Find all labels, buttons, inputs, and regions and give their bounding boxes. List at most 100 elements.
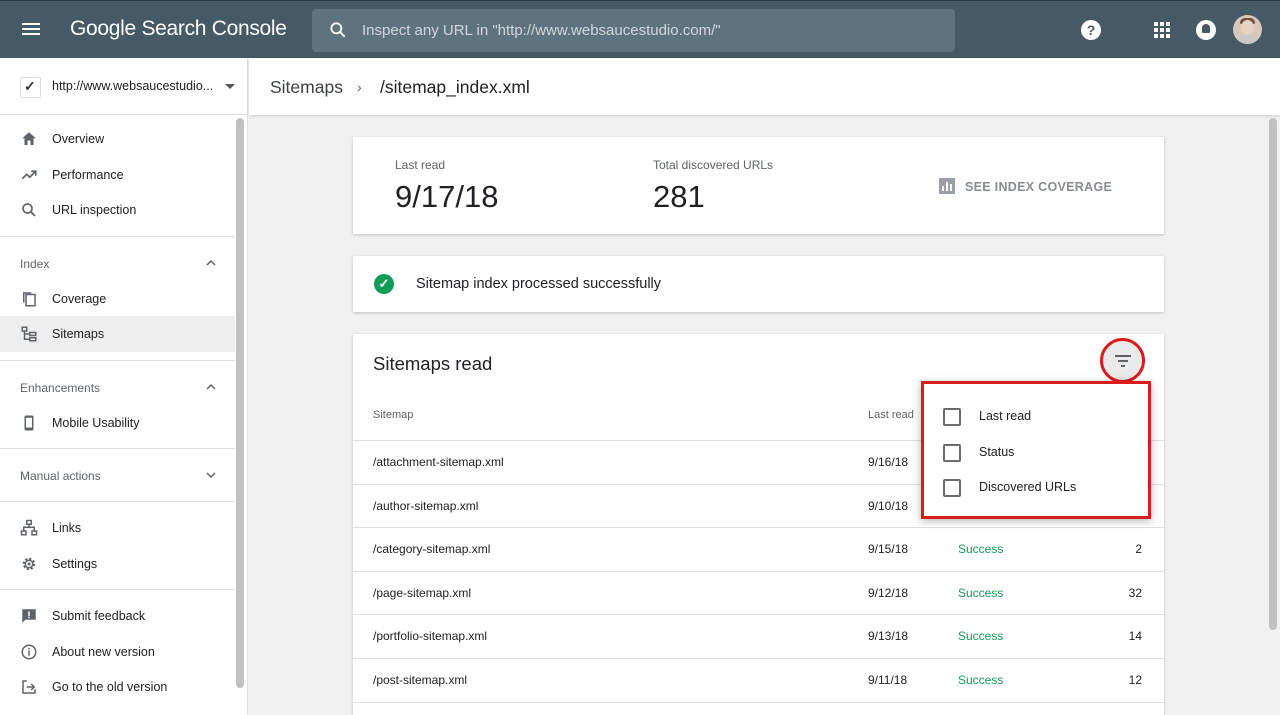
cell-discovered-urls: 12 xyxy=(1128,673,1142,687)
see-index-coverage-button[interactable]: SEE INDEX COVERAGE xyxy=(939,178,1112,194)
status-card: ✓ Sitemap index processed successfully xyxy=(353,256,1164,312)
cell-discovered-urls: 2 xyxy=(1135,542,1142,557)
search-icon xyxy=(22,203,36,217)
table-row[interactable] xyxy=(353,701,1164,715)
total-urls-value: 281 xyxy=(653,179,705,214)
cell-sitemap: /category-sitemap.xml xyxy=(373,542,491,557)
main-scrollbar[interactable] xyxy=(1269,118,1277,630)
coverage-icon xyxy=(23,291,36,306)
phone-icon xyxy=(24,415,34,430)
table-row[interactable]: /category-sitemap.xml 9/15/18 Success 2 xyxy=(353,527,1164,571)
trending-up-icon xyxy=(21,169,37,179)
avatar[interactable] xyxy=(1233,15,1262,44)
filter-icon xyxy=(1114,355,1131,357)
total-urls-label: Total discovered URLs xyxy=(653,158,774,172)
sidebar-item-label: Go to the old version xyxy=(52,680,168,694)
chevron-down-icon[interactable] xyxy=(225,84,235,89)
section-label: Index xyxy=(20,256,50,271)
cell-last-read: 9/12/18 xyxy=(868,585,909,600)
sidebar: http://www.websaucestudio.... Overview P… xyxy=(0,58,248,715)
app-logo[interactable]: Google Search Console xyxy=(70,17,287,41)
cell-status: Success xyxy=(958,542,1004,557)
help-icon[interactable]: ? xyxy=(1081,20,1101,40)
sidebar-scrollbar[interactable] xyxy=(236,118,244,688)
filter-option-last-read[interactable]: Last read xyxy=(943,403,1143,433)
filter-menu: Last read Status Discovered URLs xyxy=(921,381,1151,519)
table-row[interactable]: /portfolio-sitemap.xml 9/13/18 Success 1… xyxy=(353,614,1164,658)
table-row[interactable]: /page-sitemap.xml 9/12/18 Success 32 xyxy=(353,570,1164,615)
cell-last-read: 9/16/18 xyxy=(868,455,909,469)
sidebar-item-label: Sitemaps xyxy=(52,327,105,341)
search-icon xyxy=(330,22,346,38)
sidebar-item-label: Links xyxy=(52,521,82,535)
notifications-icon[interactable] xyxy=(1196,20,1216,40)
divider xyxy=(0,589,235,590)
sidebar-item-settings[interactable]: Settings xyxy=(0,546,235,582)
sidebar-item-url-inspection[interactable]: URL inspection xyxy=(0,192,235,228)
cell-sitemap: /page-sitemap.xml xyxy=(373,585,472,600)
divider xyxy=(0,359,235,361)
sidebar-item-links[interactable]: Links xyxy=(0,510,235,546)
sidebar-item-about-new-version[interactable]: About new version xyxy=(0,634,235,670)
cell-last-read: 9/15/18 xyxy=(868,542,909,557)
filter-option-label: Discovered URLs xyxy=(979,480,1077,494)
exit-icon xyxy=(22,680,36,694)
sidebar-item-label: Mobile Usability xyxy=(52,415,140,430)
cell-status: Success xyxy=(958,629,1004,644)
sidebar-item-coverage[interactable]: Coverage xyxy=(0,281,235,317)
menu-icon[interactable] xyxy=(20,20,42,40)
sidebar-nav: Overview Performance URL inspection Inde… xyxy=(0,116,235,705)
property-favicon-icon xyxy=(20,77,41,98)
sidebar-item-label: URL inspection xyxy=(52,203,137,217)
section-label: Enhancements xyxy=(20,380,101,395)
checkbox[interactable] xyxy=(943,479,961,497)
info-icon xyxy=(21,644,37,659)
home-icon xyxy=(22,132,36,145)
sidebar-item-label: Settings xyxy=(52,556,98,571)
cell-last-read: 9/13/18 xyxy=(868,629,909,644)
chevron-right-icon: › xyxy=(357,79,362,95)
section-manual-actions-toggle[interactable]: Manual actions xyxy=(0,457,235,493)
cell-sitemap: /attachment-sitemap.xml xyxy=(373,455,504,469)
cell-sitemap: /post-sitemap.xml xyxy=(373,673,468,687)
see-index-coverage-label: SEE INDEX COVERAGE xyxy=(965,180,1113,194)
sidebar-item-label: About new version xyxy=(52,644,155,659)
divider xyxy=(0,448,235,449)
cell-status: Success xyxy=(958,673,1004,687)
sidebar-item-mobile-usability[interactable]: Mobile Usability xyxy=(0,405,235,441)
cell-sitemap: /portfolio-sitemap.xml xyxy=(373,629,488,644)
filter-option-discovered-urls[interactable]: Discovered URLs xyxy=(943,474,1143,504)
sidebar-item-sitemaps[interactable]: Sitemaps xyxy=(0,316,235,352)
column-header-last-read[interactable]: Last read xyxy=(868,409,914,421)
breadcrumb-sitemaps[interactable]: Sitemaps xyxy=(270,77,343,98)
filter-option-status[interactable]: Status xyxy=(943,439,1143,469)
section-index-toggle[interactable]: Index xyxy=(0,245,235,281)
sidebar-item-overview[interactable]: Overview xyxy=(0,121,235,157)
links-icon xyxy=(20,519,38,536)
top-app-bar: Google Search Console ? xyxy=(0,0,1280,58)
url-inspection-search[interactable] xyxy=(312,9,955,52)
sitemap-summary-card: Last read 9/17/18 Total discovered URLs … xyxy=(353,137,1164,234)
property-selector[interactable]: http://www.websaucestudio.... xyxy=(0,58,247,115)
gear-icon xyxy=(22,557,36,570)
table-row[interactable]: /post-sitemap.xml 9/11/18 Success 12 xyxy=(353,658,1164,702)
sidebar-item-old-version[interactable]: Go to the old version xyxy=(0,669,235,705)
cell-sitemap: /author-sitemap.xml xyxy=(373,498,479,513)
section-enhancements-toggle[interactable]: Enhancements xyxy=(0,369,235,405)
apps-grid-icon[interactable] xyxy=(1154,22,1170,38)
table-title: Sitemaps read xyxy=(373,353,493,374)
checkbox[interactable] xyxy=(943,408,961,426)
sidebar-item-performance[interactable]: Performance xyxy=(0,157,235,193)
sidebar-item-label: Coverage xyxy=(52,291,107,306)
cell-last-read: 9/10/18 xyxy=(868,498,909,513)
filter-button[interactable] xyxy=(1100,338,1145,383)
filter-option-label: Status xyxy=(979,444,1015,459)
filter-option-label: Last read xyxy=(979,409,1032,423)
sidebar-item-submit-feedback[interactable]: Submit feedback xyxy=(0,598,235,634)
sidebar-item-label: Performance xyxy=(52,167,124,182)
column-header-sitemap[interactable]: Sitemap xyxy=(373,409,413,421)
search-input[interactable] xyxy=(362,9,942,52)
checkbox[interactable] xyxy=(943,443,961,462)
chevron-up-icon xyxy=(206,383,216,390)
sidebar-item-label: Overview xyxy=(52,132,105,146)
